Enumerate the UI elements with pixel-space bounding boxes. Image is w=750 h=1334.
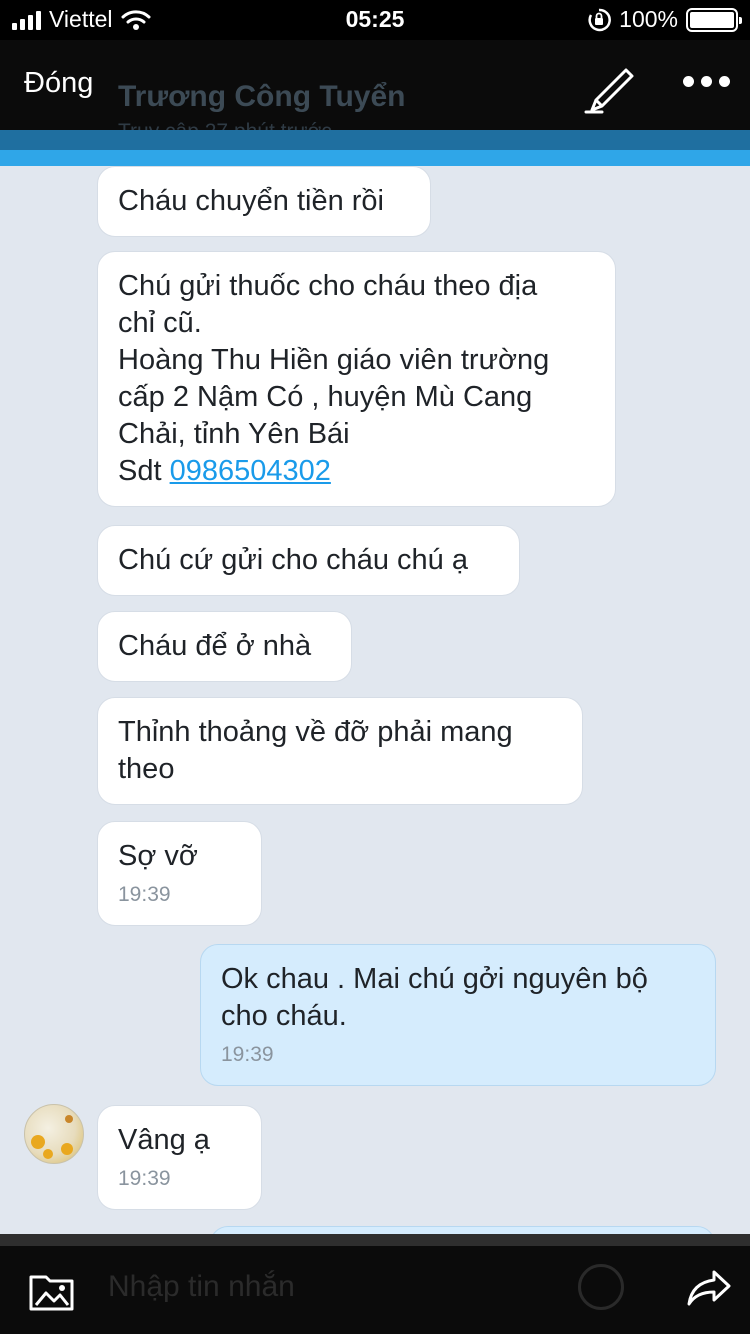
message-text: Cháu để ở nhà (118, 630, 312, 662)
phone-link[interactable]: 0986504302 (170, 455, 331, 487)
header-accent (0, 150, 750, 166)
avatar[interactable] (24, 1104, 84, 1164)
message-line: Chải, tỉnh Yên Bái (118, 418, 350, 450)
status-bar: Viettel 05:25 100% (0, 0, 750, 40)
message-bubble-incoming[interactable]: Chú gửi thuốc cho cháu theo địa chỉ cũ. … (97, 251, 616, 507)
header-shadow (0, 130, 750, 150)
message-text: Sợ vỡ (118, 840, 198, 872)
message-bubble-outgoing[interactable]: Ok chau . Mai chú gởi nguyên bộ cho cháu… (200, 944, 716, 1086)
message-time: 19:39 (118, 1167, 171, 1190)
emoji-icon[interactable] (578, 1264, 624, 1310)
message-bubble-incoming[interactable]: Chú cứ gửi cho cháu chú ạ (97, 525, 520, 596)
share-forward-icon[interactable] (686, 1268, 732, 1308)
pen-icon[interactable] (582, 62, 640, 114)
photo-folder-icon[interactable] (28, 1269, 78, 1313)
chat-header: Trương Công Tuyển Truy cập 27 phút trước… (0, 40, 750, 130)
message-text: Vâng ạ (118, 1124, 210, 1156)
message-bubble-incoming[interactable]: Cháu để ở nhà (97, 611, 352, 682)
contact-name: Trương Công Tuyển (118, 80, 406, 113)
message-bubble-incoming[interactable]: Vâng ạ 19:39 (97, 1105, 262, 1210)
message-list[interactable]: Cháu chuyển tiền rồi Chú gửi thuốc cho c… (0, 166, 750, 1234)
message-text: Cháu chuyển tiền rồi (118, 185, 384, 217)
message-time: 19:39 (221, 1043, 274, 1066)
composer-divider (0, 1234, 750, 1246)
more-dots-icon[interactable] (683, 76, 730, 87)
message-line: cấp 2 Nậm Có , huyện Mù Cang (118, 381, 533, 413)
message-text: Chú cứ gửi cho cháu chú ạ (118, 544, 468, 576)
composer-bar: Nhập tin nhắn (0, 1234, 750, 1334)
message-bubble-incoming[interactable]: Cháu chuyển tiền rồi (97, 166, 431, 237)
message-line: chỉ cũ. (118, 307, 202, 339)
rotation-lock-icon (588, 8, 612, 31)
last-seen: Truy cập 27 phút trước (118, 120, 332, 130)
phone-prefix: Sdt (118, 455, 170, 487)
message-bubble-incoming[interactable]: Sợ vỡ 19:39 (97, 821, 262, 926)
message-line: Ok chau . Mai chú gởi nguyên bộ (221, 963, 648, 995)
close-button[interactable]: Đóng (24, 67, 93, 100)
message-line: Chú gửi thuốc cho cháu theo địa (118, 270, 538, 302)
message-input[interactable]: Nhập tin nhắn (108, 1270, 295, 1304)
battery-icon (686, 7, 742, 32)
battery-percent: 100% (619, 6, 678, 32)
status-right: 100% (587, 6, 742, 33)
message-line: Hoàng Thu Hiền giáo viên trường (118, 344, 550, 376)
message-bubble-outgoing-partial[interactable] (210, 1226, 715, 1234)
message-line: Thỉnh thoảng về đỡ phải mang (118, 716, 513, 748)
message-line: theo (118, 753, 175, 785)
message-line: cho cháu. (221, 1000, 347, 1032)
message-time: 19:39 (118, 883, 171, 906)
message-bubble-incoming[interactable]: Thỉnh thoảng về đỡ phải mang theo (97, 697, 583, 805)
message-line: Sdt 0986504302 (118, 453, 595, 490)
